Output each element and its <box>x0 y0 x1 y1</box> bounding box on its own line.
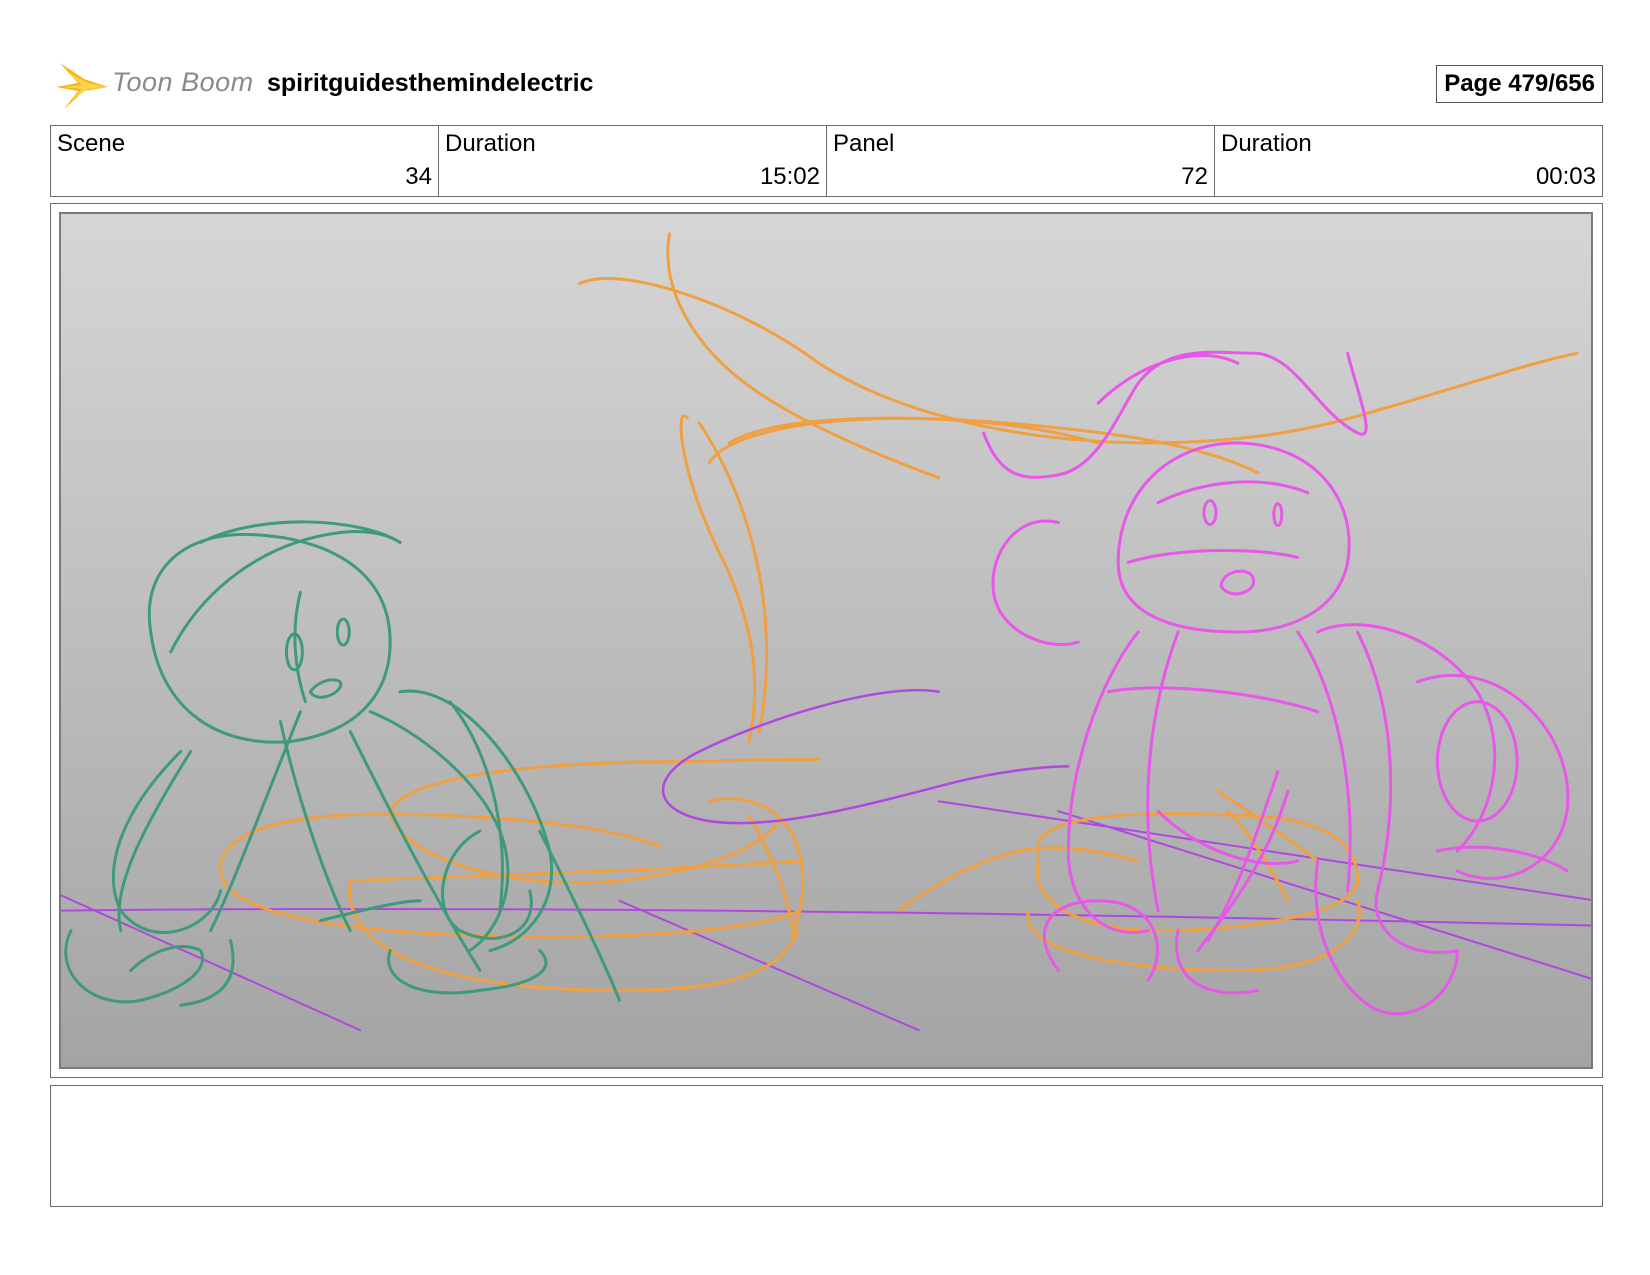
starburst-icon <box>56 63 108 109</box>
orange-sketch <box>218 232 1579 992</box>
toon-boom-logo: Toon Boom <box>54 57 254 113</box>
green-character-sketch <box>64 520 622 1007</box>
storyboard-panel-image <box>59 212 1593 1069</box>
scene-value: 34 <box>405 163 432 190</box>
project-title: spiritguidesthemindelectric <box>267 69 594 97</box>
scene-duration-label: Duration <box>445 130 536 157</box>
scene-duration-value: 15:02 <box>759 163 820 190</box>
panel-frame <box>50 203 1603 1078</box>
panel-value: 72 <box>1181 163 1208 190</box>
scene-cell: Scene 34 <box>51 126 439 196</box>
panel-duration-cell: Duration 00:03 <box>1215 126 1602 196</box>
panel-duration-label: Duration <box>1221 130 1312 157</box>
notes-box <box>50 1085 1603 1207</box>
scene-info-table: Scene 34 Duration 15:02 Panel 72 Duratio… <box>50 125 1603 197</box>
purple-sketch <box>661 688 1070 825</box>
page-header: Toon Boom spiritguidesthemindelectric Pa… <box>50 55 1603 113</box>
panel-duration-value: 00:03 <box>1535 163 1596 190</box>
logo-text: Toon Boom <box>112 67 254 97</box>
panel-label: Panel <box>833 130 895 157</box>
scene-duration-cell: Duration 15:02 <box>439 126 827 196</box>
sketch-drawing <box>61 232 1591 1032</box>
scene-label: Scene <box>57 130 126 157</box>
page-number: Page 479/656 <box>1436 65 1603 103</box>
panel-cell: Panel 72 <box>827 126 1215 196</box>
